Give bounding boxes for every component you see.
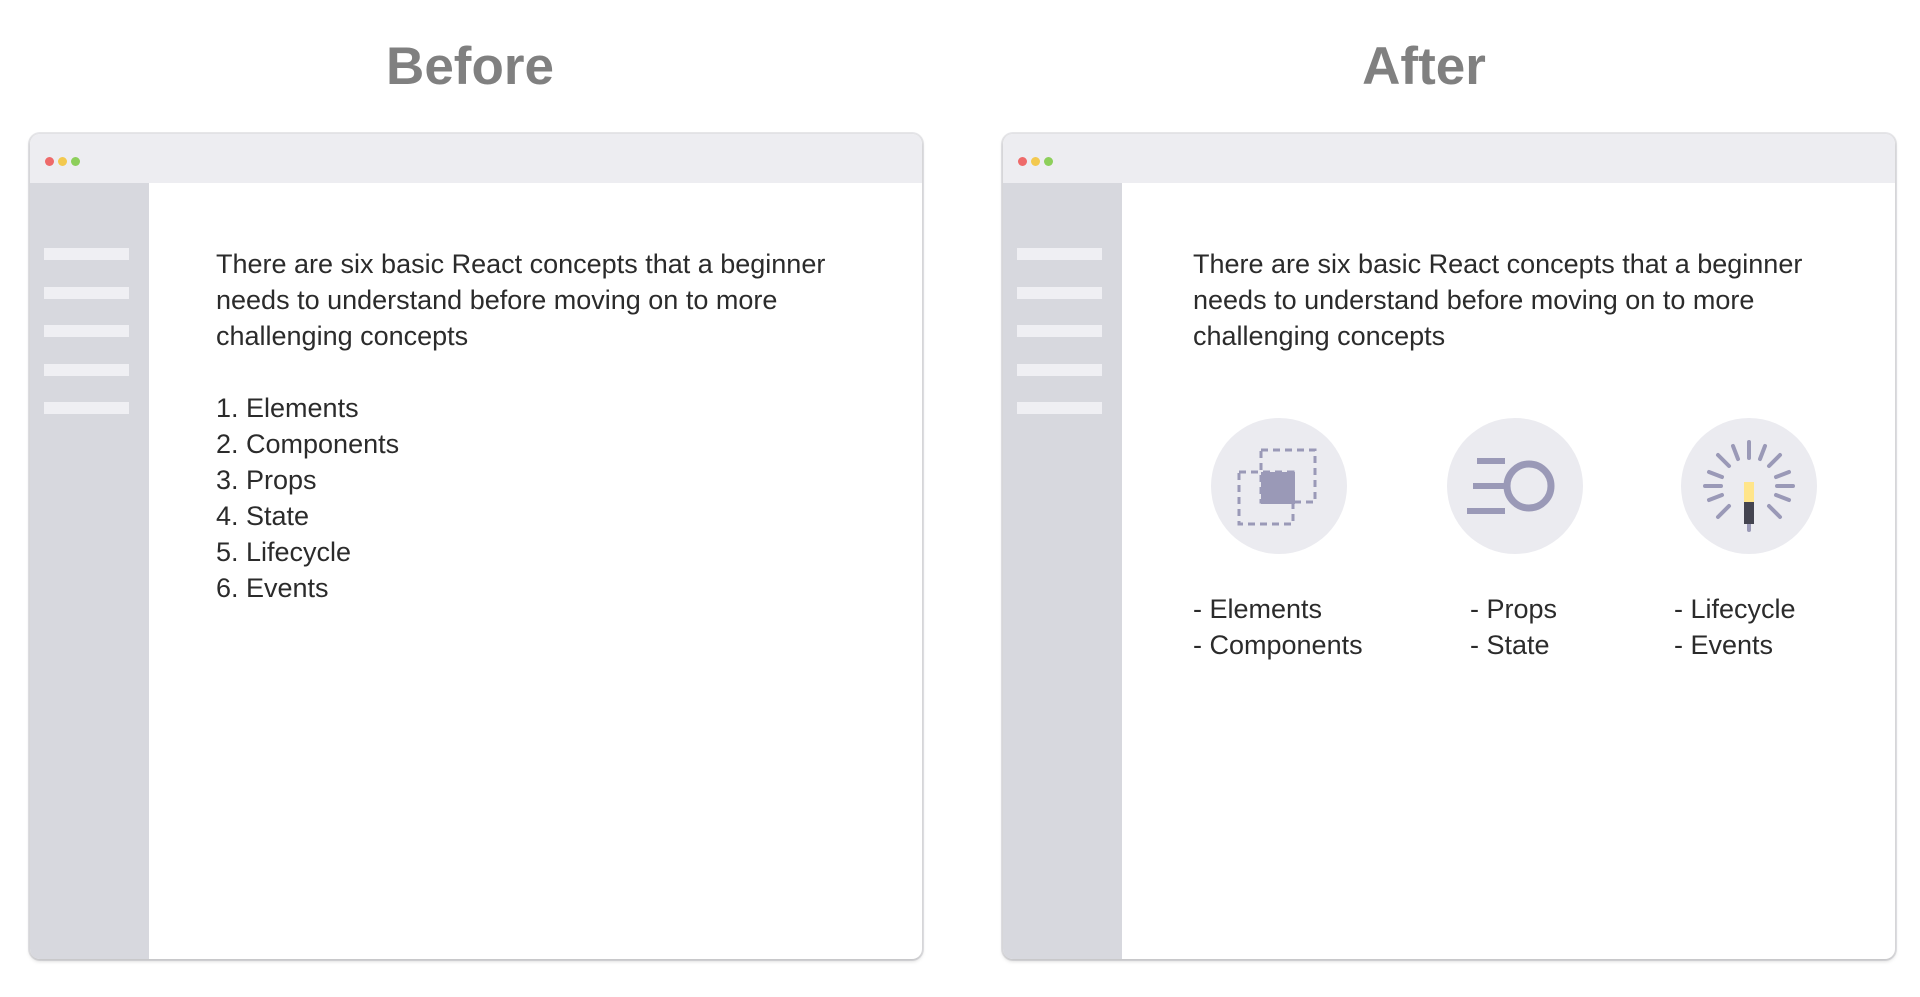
before-title: Before	[386, 37, 554, 96]
concept-line: - Props	[1470, 594, 1558, 624]
minimize-dot-icon[interactable]	[1031, 157, 1040, 166]
intro-text: There are six basic React concepts that …	[1193, 249, 1803, 351]
minimize-dot-icon[interactable]	[58, 157, 67, 166]
concept-lines: - Elements - Components	[1193, 591, 1363, 663]
concept-list: 1. Elements 2. Components 3. Props 4. St…	[216, 390, 866, 606]
concept-line: - Events	[1674, 630, 1774, 660]
sidebar	[30, 183, 149, 959]
after-content: There are six basic React concepts that …	[1193, 246, 1843, 354]
list-item: 6. Events	[216, 573, 329, 603]
close-dot-icon[interactable]	[1018, 157, 1027, 166]
maximize-dot-icon[interactable]	[1044, 157, 1053, 166]
before-content: There are six basic React concepts that …	[216, 246, 866, 606]
after-window: There are six basic React concepts that …	[1003, 134, 1895, 959]
sidebar-placeholder-line[interactable]	[44, 364, 129, 376]
concept-lines: - Lifecycle - Events	[1674, 591, 1796, 663]
sidebar-placeholder-line[interactable]	[1017, 248, 1102, 260]
magic-wand-sparkle-icon	[1681, 418, 1817, 554]
list-item: 3. Props	[216, 465, 317, 495]
overlapping-squares-icon	[1211, 418, 1347, 554]
sidebar-placeholder-line[interactable]	[44, 325, 129, 337]
list-item: 1. Elements	[216, 393, 359, 423]
concept-line: - Elements	[1193, 594, 1323, 624]
sidebar-placeholder-line[interactable]	[1017, 402, 1102, 414]
after-title: After	[1362, 37, 1486, 96]
list-item: 2. Components	[216, 429, 400, 459]
before-window: There are six basic React concepts that …	[30, 134, 922, 959]
concept-lines: - Props - State	[1470, 591, 1557, 663]
maximize-dot-icon[interactable]	[71, 157, 80, 166]
window-titlebar	[1003, 134, 1895, 183]
concept-line: - Components	[1193, 630, 1363, 660]
sidebar-placeholder-line[interactable]	[1017, 364, 1102, 376]
sidebar-placeholder-line[interactable]	[1017, 325, 1102, 337]
list-item: 5. Lifecycle	[216, 537, 352, 567]
close-dot-icon[interactable]	[45, 157, 54, 166]
concept-line: - State	[1470, 630, 1550, 660]
intro-text: There are six basic React concepts that …	[216, 249, 826, 351]
motion-circle-icon	[1447, 418, 1583, 554]
sidebar-placeholder-line[interactable]	[44, 402, 129, 414]
sidebar-placeholder-line[interactable]	[44, 248, 129, 260]
sidebar-placeholder-line[interactable]	[44, 287, 129, 299]
concept-line: - Lifecycle	[1674, 594, 1796, 624]
window-titlebar	[30, 134, 922, 183]
list-item: 4. State	[216, 501, 310, 531]
sidebar-placeholder-line[interactable]	[1017, 287, 1102, 299]
sidebar	[1003, 183, 1122, 959]
